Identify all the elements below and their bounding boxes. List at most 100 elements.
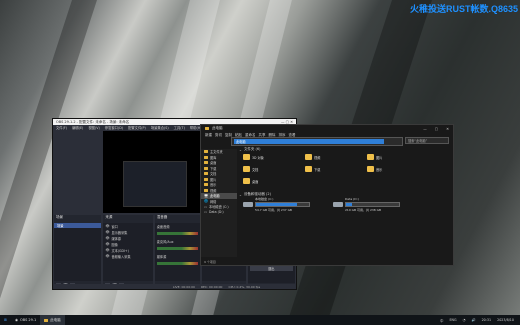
- drive-usage-bar: [255, 202, 310, 207]
- address-bar[interactable]: 此电脑: [231, 137, 403, 146]
- start-button[interactable]: ⊞: [0, 315, 11, 325]
- drive-tile[interactable]: Data (D:) 210 GB 可用，共 238 GB: [333, 197, 403, 212]
- eye-icon[interactable]: 👁: [105, 224, 109, 228]
- nav-label: 桌面: [210, 161, 217, 166]
- nav-label: 视频: [210, 188, 217, 193]
- taskbar-label: OBS 29.1: [20, 318, 37, 322]
- drive-info: 本地磁盘 (C:) 54.7 GB 可用，共 237 GB: [255, 197, 310, 212]
- mixer-dock: 混音器 桌面音频 麦克风/Aux 媒体源: [154, 215, 201, 289]
- volume-meter[interactable]: [156, 262, 199, 265]
- windows-icon: ⊞: [4, 318, 7, 322]
- maximize-icon[interactable]: ▢: [435, 127, 438, 131]
- chevron-down-icon: ⌄: [239, 147, 242, 152]
- sources-list[interactable]: 👁 窗口 👁 显示器采集 👁 媒体源 👁 图像 👁 文本(GDI+) 👁 音频输入采集: [103, 223, 153, 281]
- nav-label: 音乐: [210, 183, 217, 188]
- mixer-body: 桌面音频 麦克风/Aux 媒体源: [154, 223, 201, 281]
- folder-label: 音乐: [376, 167, 383, 172]
- explorer-title-bar[interactable]: 此电脑 — ▢ ✕: [201, 125, 453, 132]
- volume-meter[interactable]: [156, 247, 199, 250]
- hard-drive-icon: [243, 201, 253, 207]
- source-label: 文本(GDI+): [111, 248, 129, 253]
- sources-dock: 来源 👁 窗口 👁 显示器采集 👁 媒体源 👁 图像 👁 文本(GDI+) 👁 音频输入采集…: [103, 215, 153, 289]
- window-controls: — ▢ ✕: [423, 127, 453, 131]
- nav-label: 此电脑: [210, 194, 220, 199]
- folder-tile[interactable]: 下载: [305, 164, 363, 174]
- drive-tile[interactable]: 本地磁盘 (C:) 54.7 GB 可用，共 237 GB: [243, 197, 313, 212]
- folder-icon: [204, 161, 208, 165]
- chevron-down-icon: ⌄: [239, 192, 242, 197]
- address-text[interactable]: 此电脑: [234, 139, 384, 144]
- folder-icon: [204, 183, 208, 187]
- explorer-status-bar: 9 个项目: [204, 260, 216, 264]
- drive-usage-bar: [345, 202, 400, 207]
- network-icon: 🌐: [204, 199, 208, 204]
- eye-icon[interactable]: 👁: [105, 230, 109, 234]
- drive-name: 本地磁盘 (C:): [255, 197, 274, 201]
- scenes-list[interactable]: 场景: [54, 223, 102, 281]
- folder-icon: [204, 166, 208, 170]
- folders-grid: 3D 对象 视频 图片 文档 下载 音乐 桌面: [243, 152, 451, 186]
- folder-icon: [44, 318, 49, 322]
- folder-icon: [205, 127, 209, 130]
- taskbar-item-obs[interactable]: ◉ OBS 29.1: [11, 315, 40, 325]
- folder-label: 视频: [314, 155, 321, 160]
- clock-time[interactable]: 20:31: [482, 318, 492, 322]
- folder-label: 桌面: [252, 179, 259, 184]
- volume-meter[interactable]: [156, 232, 199, 235]
- drives-list: 本地磁盘 (C:) 54.7 GB 可用，共 237 GB Data (D:) …: [243, 197, 451, 212]
- drive-free-space: 54.7 GB 可用，共 237 GB: [255, 207, 292, 212]
- menu-file[interactable]: 文件(F): [56, 125, 67, 130]
- folder-tile[interactable]: 视频: [305, 152, 363, 162]
- wifi-icon[interactable]: ◔: [463, 318, 466, 322]
- menu-profile[interactable]: 配置文件(P): [128, 125, 146, 130]
- folder-icon: [367, 154, 374, 160]
- folder-icon: [243, 154, 250, 160]
- live-timer: LIVE: 00:00:00: [173, 284, 195, 289]
- hard-drive-icon: [333, 201, 343, 207]
- ime-indicator[interactable]: 中: [440, 318, 443, 323]
- eye-icon[interactable]: 👁: [105, 242, 109, 246]
- folder-tile[interactable]: 音乐: [367, 164, 425, 174]
- source-label: 窗口: [111, 224, 118, 229]
- new-button[interactable]: 新建: [205, 133, 212, 138]
- language-indicator[interactable]: ENG: [449, 318, 456, 322]
- close-icon[interactable]: ✕: [446, 127, 449, 131]
- taskbar-item-explorer[interactable]: 此电脑: [40, 315, 65, 325]
- content-pane: ⌄ 文件夹 (6) 3D 对象 视频 图片 文档 下载 音乐 桌面 ⌄ 设备和驱动器…: [239, 147, 451, 257]
- source-label: 音频输入采集: [111, 254, 131, 259]
- menu-edit[interactable]: 编辑(E): [72, 125, 83, 130]
- menu-docks[interactable]: 停靠窗口(D): [105, 125, 123, 130]
- drive-info: Data (D:) 210 GB 可用，共 238 GB: [345, 197, 400, 212]
- folder-icon: [204, 155, 208, 159]
- eye-icon[interactable]: 👁: [105, 248, 109, 252]
- cut-button[interactable]: 剪切: [215, 133, 222, 138]
- folder-tile[interactable]: 桌面: [243, 176, 301, 186]
- mixer-channel-label: 桌面音频: [156, 224, 170, 229]
- menu-scene-collection[interactable]: 场景集合(S): [151, 125, 169, 130]
- source-label: 显示器采集: [111, 230, 128, 235]
- explorer-window[interactable]: 此电脑 — ▢ ✕ 新建 剪切 复制 粘贴 重命名 共享 删除 排序 查看 此电…: [200, 124, 454, 266]
- taskbar: ⊞ ◉ OBS 29.1 此电脑 中 ENG ◔ 🔊 20:31 2023/8/1…: [0, 315, 520, 325]
- folder-tile[interactable]: 图片: [367, 152, 425, 162]
- folder-label: 图片: [376, 155, 383, 160]
- folder-tile[interactable]: 文档: [243, 164, 301, 174]
- scene-item[interactable]: 场景: [54, 223, 102, 228]
- folder-tile[interactable]: 3D 对象: [243, 152, 301, 162]
- menu-tools[interactable]: 工具(T): [174, 125, 185, 130]
- menu-view[interactable]: 视图(V): [88, 125, 99, 130]
- eye-icon[interactable]: 👁: [105, 236, 109, 240]
- volume-icon[interactable]: 🔊: [471, 318, 475, 322]
- explorer-tab-title[interactable]: 此电脑: [212, 126, 223, 131]
- clock-date[interactable]: 2023/8/10: [497, 318, 514, 322]
- drive-usage-fill: [346, 203, 353, 206]
- minimize-icon[interactable]: —: [423, 127, 427, 131]
- nav-label: 图片: [210, 177, 217, 182]
- cpu-fps: CPU: 0.4%, 30.00 fps: [228, 284, 261, 289]
- folder-icon: [305, 166, 312, 172]
- navigation-pane: 主文件夹 图库 桌面 下载 文档 图片 音乐 视频 🖥 此电脑 🌐 网络 ▭ 本地磁盘…: [201, 149, 237, 257]
- eye-icon[interactable]: 👁: [105, 254, 109, 258]
- nav-item[interactable]: ▭ Data (D:): [201, 210, 237, 216]
- source-item[interactable]: 👁 音频输入采集: [103, 253, 152, 259]
- drive-icon: ▭: [204, 210, 208, 215]
- search-input[interactable]: 搜索“此电脑”: [405, 137, 449, 144]
